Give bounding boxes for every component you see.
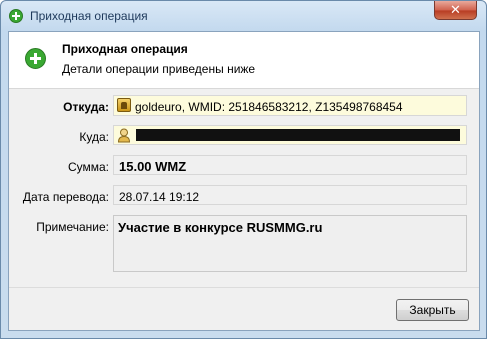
dialog-window: Приходная операция ✕ Приходная операция … [0,0,487,339]
green-plus-icon [25,48,46,69]
amount-value: 15.00 WMZ [119,159,187,174]
header-title: Приходная операция [62,42,188,56]
date-value: 28.07.14 19:12 [119,190,200,204]
wallet-icon [117,98,131,112]
to-label: Куда: [79,130,109,144]
close-window-button[interactable]: ✕ [434,1,477,20]
close-button[interactable]: Закрыть [396,299,469,321]
note-value: Участие в конкурсе RUSMMG.ru [118,220,323,235]
from-label: Откуда: [63,100,109,114]
dialog-body: Приходная операция Детали операции приве… [8,31,480,331]
from-field[interactable]: goldeuro, WMID: 251846583212, Z135498768… [113,95,467,116]
footer-divider [9,287,479,288]
from-value: goldeuro, WMID: 251846583212, Z135498768… [135,100,403,114]
note-label: Примечание: [36,220,109,234]
amount-field[interactable]: 15.00 WMZ [113,155,467,175]
window-title: Приходная операция [30,9,148,23]
header-subtitle: Детали операции приведены ниже [62,62,256,76]
amount-label: Сумма: [67,160,109,174]
title-bar[interactable]: Приходная операция ✕ [1,1,486,31]
green-plus-icon [9,9,23,23]
date-label: Дата перевода: [22,190,109,204]
redacted-recipient [136,129,460,141]
note-field[interactable]: Участие в конкурсе RUSMMG.ru [113,215,467,272]
person-icon [117,128,131,143]
to-field[interactable] [113,125,467,145]
dialog-header: Приходная операция Детали операции приве… [9,32,479,89]
date-field[interactable]: 28.07.14 19:12 [113,185,467,205]
